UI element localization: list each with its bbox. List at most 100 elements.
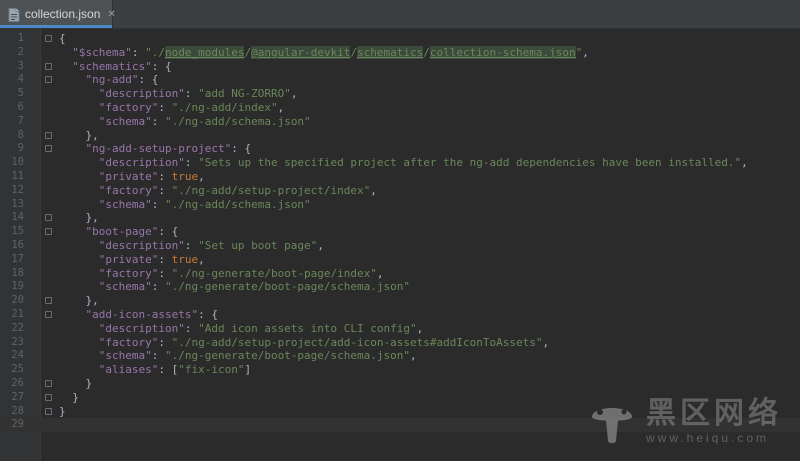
code-token: "description"	[98, 321, 185, 335]
fold-marker-icon[interactable]	[45, 76, 52, 84]
code-token: ,	[582, 45, 589, 59]
code-line[interactable]: 1{	[0, 32, 800, 46]
code-line[interactable]: 24 "schema": "./ng-generate/boot-page/sc…	[0, 349, 800, 363]
code-line[interactable]: 8 },	[0, 129, 800, 143]
code-token: "schema"	[98, 114, 152, 128]
code-line[interactable]: 12 "factory": "./ng-add/setup-project/in…	[0, 184, 800, 198]
fold-marker-icon[interactable]	[45, 310, 52, 318]
code-line[interactable]: 2 "$schema": "./node_modules / @angular-de…	[0, 45, 800, 60]
code-line[interactable]: 17 "private": true,	[0, 253, 800, 267]
close-icon[interactable]: ✕	[107, 9, 115, 20]
code-text: "ng-add": {	[59, 73, 159, 87]
code-line[interactable]: 14 },	[0, 211, 800, 225]
watermark: 黑区网络 www.heiqu.com	[586, 395, 782, 447]
fold-marker-icon[interactable]	[45, 145, 52, 153]
code-text: "description": "Set up boot page",	[59, 239, 324, 253]
code-line[interactable]: 16 "description": "Set up boot page",	[0, 239, 800, 253]
code-token: :	[151, 280, 165, 294]
code-line[interactable]: 6 "factory": "./ng-add/index",	[0, 101, 800, 115]
code-token: :	[131, 45, 146, 59]
code-text: "schema": "./ng-generate/boot-page/schem…	[59, 280, 410, 294]
code-line[interactable]: 10 "description": "Sets up the specified…	[0, 156, 800, 170]
code-text: "factory": "./ng-generate/boot-page/inde…	[59, 267, 384, 281]
code-line[interactable]: 18 "factory": "./ng-generate/boot-page/i…	[0, 267, 800, 281]
code-text: "schema": "./ng-generate/boot-page/schem…	[59, 349, 417, 363]
code-token: :	[158, 252, 172, 266]
code-token: "factory"	[98, 266, 159, 280]
code-line[interactable]: 3 "schematics": {	[0, 60, 800, 74]
code-line[interactable]: 25 "aliases": ["fix-icon"]	[0, 363, 800, 377]
code-token: },	[59, 128, 99, 142]
fold-marker-icon[interactable]	[45, 407, 52, 415]
code-line[interactable]: 22 "description": "Add icon assets into …	[0, 322, 800, 336]
mushroom-logo-icon	[586, 395, 638, 447]
code-token: "description"	[98, 238, 185, 252]
code-line[interactable]: 13 "schema": "./ng-add/schema.json"	[0, 198, 800, 212]
code-line[interactable]: 9 "ng-add-setup-project": {	[0, 142, 800, 156]
code-token: },	[59, 294, 99, 308]
code-line[interactable]: 20 },	[0, 294, 800, 308]
code-token: node_modules	[164, 45, 245, 59]
code-token: "add-icon-assets"	[85, 307, 199, 321]
fold-marker-icon[interactable]	[45, 62, 52, 70]
line-number: 1	[17, 32, 24, 44]
fold-marker-icon[interactable]	[45, 35, 52, 42]
code-text: "description": "Add icon assets into CLI…	[59, 321, 424, 336]
fold-marker-icon[interactable]	[45, 297, 52, 305]
code-token: "aliases"	[98, 363, 159, 377]
line-number: 23	[11, 335, 24, 348]
code-token: /	[423, 45, 430, 59]
code-token: }	[59, 376, 93, 390]
code-text: },	[59, 294, 99, 308]
code-text: "ng-add-setup-project": {	[59, 142, 252, 156]
code-line[interactable]: 5 "description": "add NG-ZORRO",	[0, 87, 800, 101]
code-lines[interactable]: 1{2 "$schema": "./node_modules/@angular-…	[0, 32, 800, 433]
code-text: "schema": "./ng-add/schema.json"	[59, 115, 311, 129]
code-line[interactable]: 15 "boot-page": {	[0, 225, 800, 239]
code-token: "Sets up the specified project after the…	[198, 156, 742, 170]
code-token: "factory"	[98, 100, 159, 114]
fold-marker-icon[interactable]	[45, 131, 52, 139]
fold-marker-icon[interactable]	[45, 214, 52, 222]
code-token: :	[158, 183, 172, 197]
fold-marker-icon[interactable]	[45, 228, 52, 236]
code-token: :	[158, 169, 172, 183]
code-token: true	[171, 252, 199, 266]
code-line[interactable]: 11 "private": true,	[0, 170, 800, 184]
code-text: "factory": "./ng-add/setup-project/add-i…	[59, 336, 549, 350]
code-line[interactable]: 26 }	[0, 377, 800, 391]
code-line[interactable]: 23 "factory": "./ng-add/setup-project/ad…	[0, 336, 800, 350]
line-number: 3	[17, 59, 24, 72]
code-token: "./ng-generate/boot-page/schema.json"	[164, 280, 411, 294]
line-number: 22	[11, 321, 24, 334]
code-token: :	[158, 266, 172, 280]
code-line[interactable]: 19 "schema": "./ng-generate/boot-page/sc…	[0, 280, 800, 294]
fold-marker-icon[interactable]	[45, 379, 52, 387]
line-number: 28	[11, 404, 24, 417]
fold-marker-icon[interactable]	[45, 393, 52, 401]
code-line[interactable]: 4 "ng-add": {	[0, 73, 800, 87]
code-text: }	[59, 391, 79, 405]
tab-label: collection.json	[25, 7, 101, 21]
code-token: "ng-add-setup-project"	[85, 142, 232, 156]
code-token: "private"	[98, 252, 159, 266]
code-token: "add NG-ZORRO"	[198, 87, 291, 101]
code-line[interactable]: 7 "schema": "./ng-add/schema.json"	[0, 115, 800, 129]
code-line[interactable]: 21 "add-icon-assets": {	[0, 308, 800, 322]
code-token: ,	[317, 238, 324, 252]
code-token: "boot-page"	[85, 225, 159, 239]
json-file-icon	[8, 7, 20, 22]
code-token: "fix-icon"	[178, 363, 245, 377]
line-number: 24	[11, 349, 24, 362]
line-number: 16	[11, 238, 24, 251]
code-text: },	[59, 128, 99, 143]
tab-collection-json[interactable]: collection.json ✕	[0, 0, 116, 28]
code-token: :	[151, 114, 165, 128]
